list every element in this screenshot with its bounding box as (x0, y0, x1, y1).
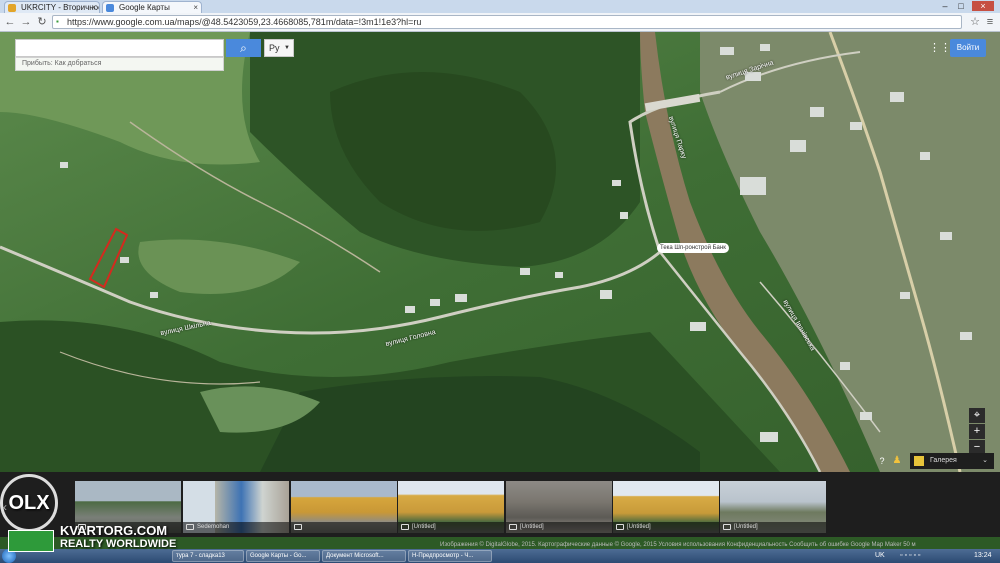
camera-icon (723, 524, 731, 530)
windows-taskbar (0, 549, 1000, 563)
gallery-toggle[interactable]: Галерея ⌄ (910, 453, 994, 469)
camera-icon (294, 524, 302, 530)
menu-icon[interactable]: ≡ (983, 15, 997, 29)
signin-button[interactable]: Войти (950, 39, 986, 57)
help-icon[interactable]: ? (876, 455, 888, 467)
url-text: https://www.google.com.ua/maps/@48.54230… (67, 17, 422, 27)
watermark-brand: KVARTORG.COM (60, 523, 168, 538)
photo-thumbnail[interactable] (291, 481, 397, 533)
clock[interactable]: 13:24 (974, 550, 992, 562)
tray-icons[interactable]: ▫▫▫▫▫ (900, 550, 922, 562)
language-indicator[interactable]: UK (875, 550, 885, 562)
photo-caption: [Untitled] (506, 522, 612, 533)
close-tab-icon[interactable]: × (193, 2, 198, 13)
language-select[interactable]: Ру ▼ (264, 39, 294, 57)
photo-thumbnail[interactable]: [Untitled] (720, 481, 826, 533)
url-field[interactable]: ▪ https://www.google.com.ua/maps/@48.542… (52, 15, 962, 29)
bookmark-star-icon[interactable]: ☆ (968, 15, 982, 29)
apps-grid-icon[interactable]: ⋮⋮ (929, 42, 951, 54)
window-close-icon[interactable]: × (972, 1, 994, 11)
zoom-in-button[interactable]: + (969, 424, 985, 439)
collapse-chevron-icon: ⌄ (982, 457, 988, 464)
compass-icon[interactable]: ⌖ (969, 408, 985, 423)
poi-label[interactable]: Тека Шп-ронстрой Банк (657, 243, 729, 253)
satellite-imagery (0, 32, 1000, 472)
flag-logo-icon (8, 530, 54, 552)
forward-arrow-icon[interactable]: → (19, 15, 33, 29)
olx-logo-text: OLX (8, 492, 50, 514)
close-tab-icon[interactable]: × (91, 2, 96, 13)
browser-tab-active[interactable]: Google Карты × (102, 1, 202, 13)
maximize-icon[interactable]: □ (954, 1, 968, 11)
minimize-icon[interactable]: – (938, 1, 952, 11)
photo-caption (291, 522, 397, 533)
taskbar-item[interactable]: Google Карты - Go... (246, 550, 320, 562)
camera-icon (401, 524, 409, 530)
directions-hint[interactable]: Прибыть: Как добраться (15, 57, 224, 71)
directions-hint-text: Прибыть: Как добраться (22, 60, 102, 67)
photo-thumbnail[interactable]: Sedemohan (183, 481, 289, 533)
camera-icon (186, 524, 194, 530)
photo-thumbnail[interactable]: [Untitled] (506, 481, 612, 533)
gallery-label: Галерея (929, 457, 957, 464)
photo-caption: [Untitled] (720, 522, 826, 533)
search-input[interactable] (15, 39, 224, 57)
search-button[interactable]: ⌕ (226, 39, 261, 57)
camera-icon (616, 524, 624, 530)
photo-thumbnail[interactable]: [Untitled] (398, 481, 504, 533)
gallery-color-icon (914, 456, 924, 466)
browser-tab[interactable]: UKRCITY - Вторичное жилье × (4, 1, 100, 13)
photo-thumbnail[interactable]: [Untitled] (613, 481, 719, 533)
chevron-down-icon: ▼ (284, 45, 290, 51)
taskbar-item[interactable]: тура 7 - сладка13 (172, 550, 244, 562)
tab-label: UKRCITY - Вторичное жилье (21, 3, 100, 12)
back-arrow-icon[interactable]: ← (3, 15, 17, 29)
tab-label: Google Карты (119, 3, 170, 12)
satellite-map[interactable]: Тека Шп-ронстрой Банк вулиця Шкільна вул… (0, 32, 1000, 472)
search-input-value (16, 43, 20, 53)
google-maps-favicon-icon (106, 4, 114, 12)
photo-caption: [Untitled] (398, 522, 504, 533)
search-icon: ⌕ (240, 41, 247, 55)
olx-logo: OLX (0, 474, 58, 532)
taskbar-item[interactable]: Документ Microsoft... (322, 550, 406, 562)
reload-icon[interactable]: ↻ (35, 15, 49, 29)
watermark-tagline: REALTY WORLDWIDE (60, 538, 177, 550)
photo-caption: Sedemohan (183, 522, 289, 533)
address-toolbar: ← → ↻ ▪ https://www.google.com.ua/maps/@… (0, 13, 1000, 32)
photo-caption: [Untitled] (613, 522, 719, 533)
language-value: Ру (269, 43, 280, 53)
taskbar-item[interactable]: Н-Предпросмотр - Ч... (408, 550, 492, 562)
favicon-icon (8, 4, 16, 12)
lock-icon: ▪ (56, 17, 59, 26)
pegman-icon[interactable]: ♟ (891, 455, 903, 467)
camera-icon (509, 524, 517, 530)
